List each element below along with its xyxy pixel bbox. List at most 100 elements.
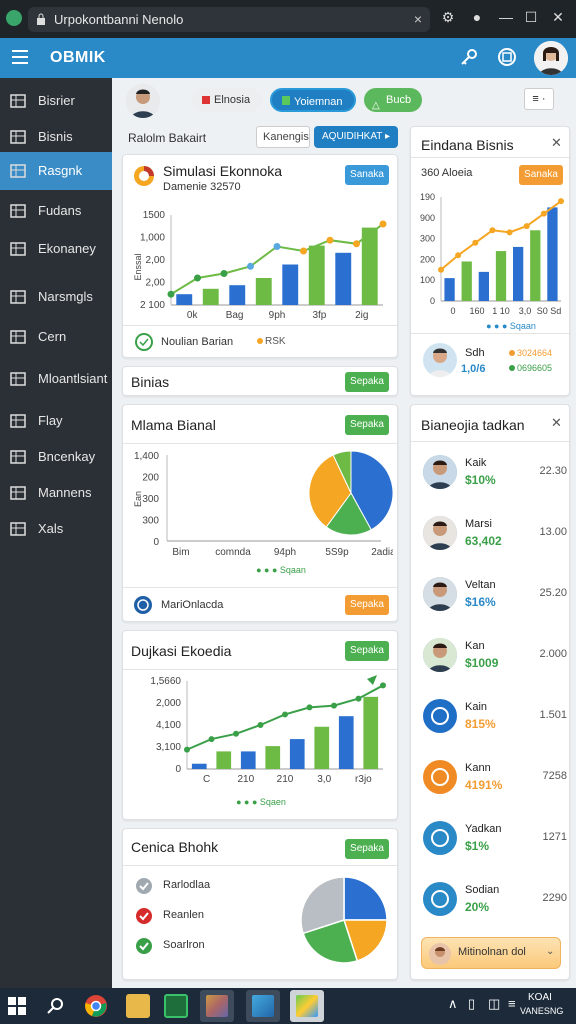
x-tick-label: 9ph [269,310,286,321]
key-icon[interactable] [458,46,480,68]
tray-network-icon[interactable]: ▯ [468,996,475,1012]
sidebar-item-5[interactable]: Narsmgls [0,278,112,316]
card-mlama-footer-button[interactable]: Sepaka [345,595,389,615]
card-bianeojia-footer-button[interactable]: Mitinolnan dol ⌄ [421,937,561,969]
maximize-button[interactable]: ☐ [521,9,541,26]
bar [338,716,354,769]
close-button[interactable]: ✕ [548,9,568,26]
y-axis-label: Ean [133,491,143,507]
card-simulasi-button[interactable]: Sanaka [345,165,389,185]
person-avatar-icon[interactable] [423,821,457,855]
globe-icon [10,486,26,500]
person-avatar[interactable] [423,516,457,550]
bar [265,746,281,769]
sidebar-item-11[interactable]: Xals [0,510,112,548]
building-icon [10,414,26,428]
person-avatar-icon[interactable] [423,760,457,794]
pill-elnosia[interactable]: Elnosia [192,88,262,112]
pill-bucb[interactable]: △ Bucb [364,88,422,112]
lock-icon [37,13,45,25]
x-tick-label: comnda [215,547,251,558]
taskbar: ∧ ▯ ◫ ≡ KOAI VANESNG [0,988,576,1024]
x-tick-label: Bag [226,310,244,321]
person-value: $10% [465,473,496,487]
sidebar-item-6[interactable]: Cern [0,318,112,356]
card-simulasi: Simulasi Ekonnoka Damenie 32570 Sanaka 1… [122,154,399,358]
sidebar-item-label: Mannens [38,485,92,500]
terminal-icon[interactable] [164,994,188,1018]
warning-icon: △ [372,100,380,111]
bar [282,264,299,305]
person-avatar-icon[interactable] [423,699,457,733]
browser-tab[interactable]: Urpokontbanni Nenolo × [28,7,430,32]
card-dujkasi-button[interactable]: Sepaka [345,641,389,661]
search-icon[interactable] [46,997,64,1015]
hamburger-menu-icon[interactable] [12,50,28,64]
person-value: 4191% [465,778,503,792]
card-eindana-button[interactable]: Sanaka [519,165,563,185]
sidebar-item-7[interactable]: Mloantlsiant [0,360,112,398]
pill-elnosia-label: Elnosia [214,94,251,106]
taskbar-app-active-1[interactable] [200,990,234,1022]
y-tick-label: 3,100 [156,742,181,753]
person-avatar[interactable] [423,577,457,611]
card-simulasi-subtitle: Damenie 32570 [163,181,241,193]
sidebar-item-10[interactable]: Mannens [0,474,112,512]
taskbar-app-active-3[interactable] [290,990,324,1022]
person-avatar[interactable] [423,638,457,672]
card-bianeojia-close-icon[interactable]: ✕ [551,415,562,431]
eindana-person-avatar[interactable] [423,343,457,377]
app-header: OBMIK [0,38,576,78]
badge-icon[interactable] [496,46,518,68]
y-axis-label: Enssal [133,253,143,280]
trend-point [247,262,254,270]
card-mlama-button[interactable]: Sepaka [345,415,389,435]
trend-point [167,290,175,298]
settings-icon[interactable]: ⚙ [438,9,458,26]
sidebar-item-8[interactable]: Flay [0,402,112,440]
pill-yoiemnan[interactable]: Yoiemnan [270,88,356,112]
tray-volume-icon[interactable]: ◫ [488,996,500,1012]
filter-input[interactable]: Kanengis [256,126,310,148]
card-cenica-button[interactable]: Sepaka [345,839,389,859]
sidebar-item-3[interactable]: Fudans [0,192,112,230]
card-eindana-close-icon[interactable]: ✕ [551,135,562,151]
sidebar-item-label: Bisrier [38,93,75,108]
sidebar-item-2[interactable]: Rasgnk [0,152,112,190]
card-simulasi-footer-right-label: RSK [265,336,286,347]
sidebar-item-label: Mloantlsiant [38,371,108,386]
pill-bucb-label: Bucb [386,94,412,106]
bar [229,285,246,305]
trend-point [353,240,360,248]
legend-dot [257,338,263,344]
grid-icon [10,204,26,218]
sidebar-item-0[interactable]: Bisrier [0,82,112,120]
tab-close-icon[interactable]: × [414,11,422,27]
sidebar-item-label: Bisnis [38,129,73,144]
pill-yoiemnan-label: Yoiemnan [294,96,343,108]
user-avatar[interactable] [534,41,568,75]
clock-date[interactable]: VANESNG [520,1006,563,1016]
chevron-down-icon: ⌄ [546,946,555,957]
sidebar-item-1[interactable]: Bisnis [0,118,112,156]
tray-chevron-icon[interactable]: ∧ [448,996,458,1012]
profile-dot-icon[interactable]: ● [467,9,487,25]
profile-avatar[interactable] [126,84,160,118]
chrome-icon[interactable] [84,994,108,1018]
filter-submit-button[interactable]: AQUIDIHKAT ▸ [314,126,398,148]
brand-logo-text: OBMIK [50,49,106,66]
person-avatar-icon[interactable] [423,882,457,916]
file-explorer-icon[interactable] [126,994,150,1018]
minimize-button[interactable]: — [496,9,516,25]
sidebar-item-4[interactable]: Ekonaney [0,230,112,268]
user-icon [10,164,26,178]
sidebar-item-9[interactable]: Bncenkay [0,438,112,476]
clock-time[interactable]: KOAI [528,992,552,1003]
tray-language-icon[interactable]: ≡ [508,996,516,1011]
taskbar-app-active-2[interactable] [246,990,280,1022]
legend: ● ● ● Sqaen [236,797,286,807]
menu-button[interactable]: ≡ · [524,88,554,110]
person-avatar[interactable] [423,455,457,489]
windows-start-icon[interactable] [8,997,26,1015]
card-bisnis-button[interactable]: Sepaka [345,372,389,392]
